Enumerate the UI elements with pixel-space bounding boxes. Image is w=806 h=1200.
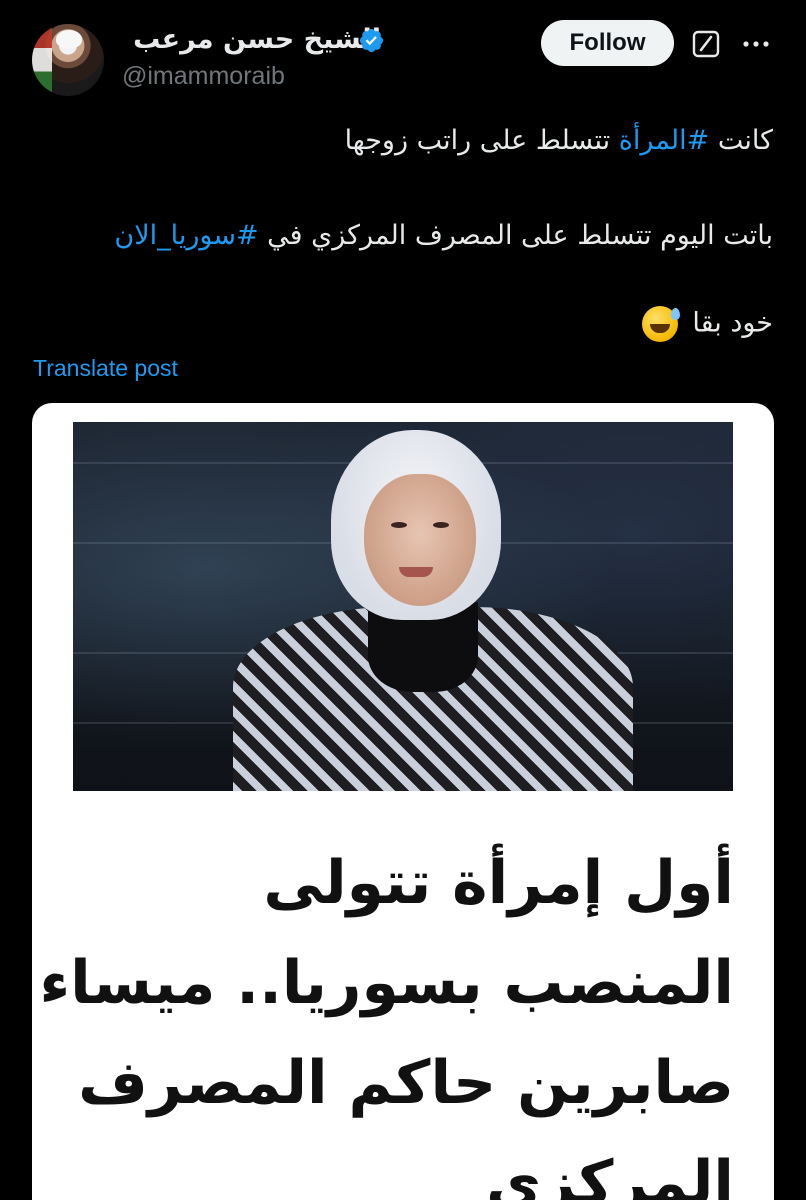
headline-line: المركزي <box>486 1148 734 1200</box>
avatar-turban <box>56 30 82 48</box>
hashtag-syria-now[interactable]: #سوريا_الان <box>114 220 258 251</box>
photo-eye <box>391 522 407 528</box>
grinning-sweat-emoji-icon <box>641 306 680 342</box>
author-handle[interactable]: @imammoraib <box>122 62 285 91</box>
headline-line: أول إمرأة تتولى <box>263 848 734 918</box>
post-line-3: خود بقا <box>33 306 773 342</box>
photo-face <box>364 474 476 606</box>
post-media-card[interactable]: أول إمرأة تتولى المنصب بسوريا.. ميساء صا… <box>32 403 774 1200</box>
translate-post-link[interactable]: Translate post <box>33 355 178 382</box>
post-line-2: باتت اليوم تتسلط على المصرف المركزي في #… <box>33 220 773 251</box>
news-photo <box>73 422 733 791</box>
post-line-1-prefix: كانت <box>709 125 773 156</box>
author-name[interactable]: الشيخ حسن مرعب <box>133 24 381 55</box>
grok-icon[interactable] <box>690 28 722 60</box>
post-line-3-text: خود بقا <box>692 307 773 339</box>
headline-line: صابرين حاكم المصرف <box>78 1048 734 1118</box>
verified-badge-icon <box>359 28 384 53</box>
author-avatar[interactable] <box>32 24 104 96</box>
avatar-flag <box>32 24 52 96</box>
news-headline: أول إمرأة تتولى المنصب بسوريا.. ميساء صا… <box>39 833 734 1200</box>
post-line-1-suffix: تتسلط على راتب زوجها <box>344 125 619 156</box>
post-line-2-prefix: باتت اليوم تتسلط على المصرف المركزي في <box>258 220 773 251</box>
photo-eye <box>433 522 449 528</box>
photo-mouth <box>399 567 433 577</box>
post-header: الشيخ حسن مرعب @imammoraib Follow <box>0 0 806 110</box>
headline-line: المنصب بسوريا.. ميساء <box>39 948 734 1018</box>
hashtag-women[interactable]: #المرأة <box>619 125 710 156</box>
post-line-1: كانت #المرأة تتسلط على راتب زوجها <box>33 125 773 156</box>
follow-button[interactable]: Follow <box>541 20 674 66</box>
more-dots-icon[interactable] <box>738 26 774 62</box>
